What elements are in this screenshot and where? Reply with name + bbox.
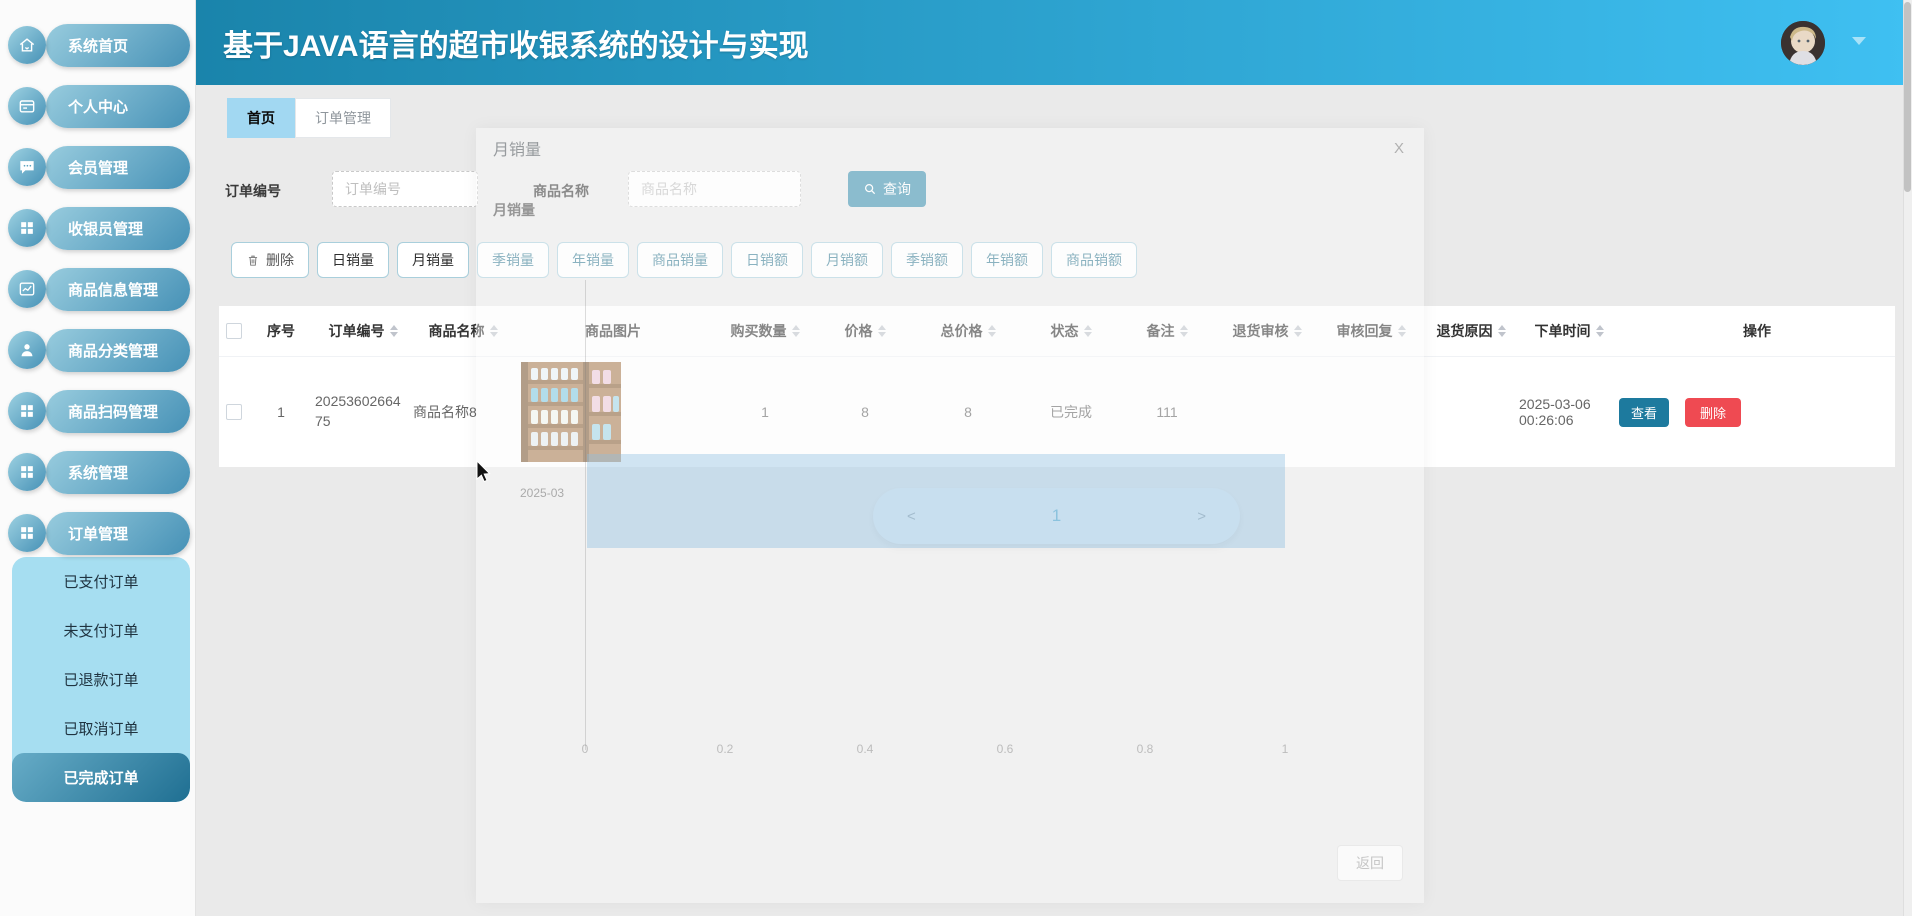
id-card-icon: [17, 96, 37, 116]
submenu-item-已退款订单[interactable]: 已退款订单: [12, 655, 190, 704]
tab-订单管理[interactable]: 订单管理: [295, 98, 391, 138]
toolbar-button-日销量[interactable]: 日销量: [317, 242, 389, 278]
sidebar-item-商品分类管理[interactable]: 商品分类管理: [46, 329, 190, 372]
sidebar-item-系统首页[interactable]: 系统首页: [46, 24, 190, 67]
sidebar: 系统首页个人中心会员管理收银员管理商品信息管理商品分类管理商品扫码管理系统管理订…: [0, 0, 196, 916]
grid-icon: [17, 218, 37, 238]
user-icon: [17, 340, 37, 360]
grid-icon: [17, 523, 37, 543]
view-button[interactable]: 查看: [1619, 398, 1669, 427]
close-icon[interactable]: X: [1394, 140, 1404, 157]
chart-title: 月销量: [493, 200, 535, 220]
column-header-序号: 序号: [249, 321, 313, 341]
x-tick-label: 0.4: [857, 742, 874, 756]
scrollbar-thumb[interactable]: [1904, 2, 1911, 192]
submenu-item-已支付订单[interactable]: 已支付订单: [12, 557, 190, 606]
sidebar-item-label: 订单管理: [68, 523, 128, 544]
sidebar-item-label: 系统首页: [68, 35, 128, 56]
window-scrollbar[interactable]: [1903, 0, 1912, 916]
chart-icon: [17, 279, 37, 299]
sidebar-item-label: 会员管理: [68, 157, 128, 178]
row-delete-button[interactable]: 删除: [1685, 398, 1741, 427]
order-no-input[interactable]: [332, 171, 478, 207]
sidebar-item-系统管理[interactable]: 系统管理: [46, 451, 190, 494]
submenu-item-已完成订单[interactable]: 已完成订单: [12, 753, 190, 802]
sidebar-item-个人中心[interactable]: 个人中心: [46, 85, 190, 128]
dialog-title: 月销量: [493, 136, 541, 160]
sidebar-item-label: 收银员管理: [68, 218, 143, 239]
tab-bar: 首页订单管理: [227, 98, 391, 138]
chat-icon: [17, 157, 37, 177]
sort-caret[interactable]: [1498, 325, 1506, 337]
back-button[interactable]: 返回: [1337, 845, 1403, 881]
x-tick-label: 0: [582, 742, 589, 756]
sidebar-item-商品扫码管理[interactable]: 商品扫码管理: [46, 390, 190, 433]
sidebar-item-商品信息管理[interactable]: 商品信息管理: [46, 268, 190, 311]
order-no-label: 订单编号: [225, 181, 281, 201]
sort-caret[interactable]: [1596, 325, 1604, 337]
submenu-item-已取消订单[interactable]: 已取消订单: [12, 704, 190, 753]
sidebar-item-label: 商品分类管理: [68, 340, 158, 361]
sidebar-item-label: 系统管理: [68, 462, 128, 483]
column-header-下单时间[interactable]: 下单时间: [1519, 321, 1619, 341]
sort-caret[interactable]: [390, 325, 398, 337]
sidebar-item-收银员管理[interactable]: 收银员管理: [46, 207, 190, 250]
avatar-image: [1781, 21, 1825, 65]
trash-icon: [246, 253, 260, 268]
column-header-订单编号[interactable]: 订单编号: [313, 321, 413, 341]
x-tick-label: 0.8: [1137, 742, 1154, 756]
chart-category-label: 2025-03: [520, 486, 564, 500]
toolbar-button-月销量[interactable]: 月销量: [397, 242, 469, 278]
monthly-sales-dialog: 月销量 X 月销量 2025-03 0 0.2 0.4 0.6 0.8 1 返回: [476, 128, 1424, 903]
sidebar-item-label: 个人中心: [68, 96, 128, 117]
sidebar-item-label: 商品扫码管理: [68, 401, 158, 422]
row-checkbox[interactable]: [226, 404, 242, 420]
column-header-操作: 操作: [1619, 321, 1895, 341]
user-avatar[interactable]: [1781, 21, 1825, 65]
submenu-item-未支付订单[interactable]: 未支付订单: [12, 606, 190, 655]
cell-index: 1: [249, 404, 313, 420]
x-tick-label: 0.6: [997, 742, 1014, 756]
cell-order_no: 2025360266475: [313, 392, 413, 431]
x-tick-label: 1: [1282, 742, 1289, 756]
order-submenu: 已支付订单未支付订单已退款订单已取消订单已完成订单: [12, 557, 190, 802]
page-title: 基于JAVA语言的超市收银系统的设计与实现: [223, 21, 809, 65]
sidebar-item-会员管理[interactable]: 会员管理: [46, 146, 190, 189]
grid-icon: [17, 401, 37, 421]
select-all-checkbox[interactable]: [226, 323, 242, 339]
grid-icon: [17, 462, 37, 482]
sidebar-item-订单管理[interactable]: 订单管理: [46, 512, 190, 555]
sidebar-item-label: 商品信息管理: [68, 279, 158, 300]
home-icon: [17, 35, 37, 55]
chevron-down-icon[interactable]: [1852, 37, 1866, 45]
cell-actions: 查看删除: [1619, 398, 1895, 427]
mouse-cursor: [476, 461, 494, 485]
header-bar: 基于JAVA语言的超市收银系统的设计与实现: [196, 0, 1912, 85]
cell-order_time: 2025-03-06 00:26:06: [1519, 396, 1619, 428]
app-window: 系统首页个人中心会员管理收银员管理商品信息管理商品分类管理商品扫码管理系统管理订…: [0, 0, 1912, 916]
column-header-退货原因[interactable]: 退货原因: [1423, 321, 1519, 341]
delete-button[interactable]: 删除: [231, 242, 309, 278]
chart-y-axis: [585, 280, 586, 750]
chart-bar-2025-03: [587, 454, 1285, 548]
sidebar-menu: 系统首页个人中心会员管理收银员管理商品信息管理商品分类管理商品扫码管理系统管理订…: [0, 0, 195, 555]
x-tick-label: 0.2: [717, 742, 734, 756]
tab-首页[interactable]: 首页: [227, 98, 295, 138]
